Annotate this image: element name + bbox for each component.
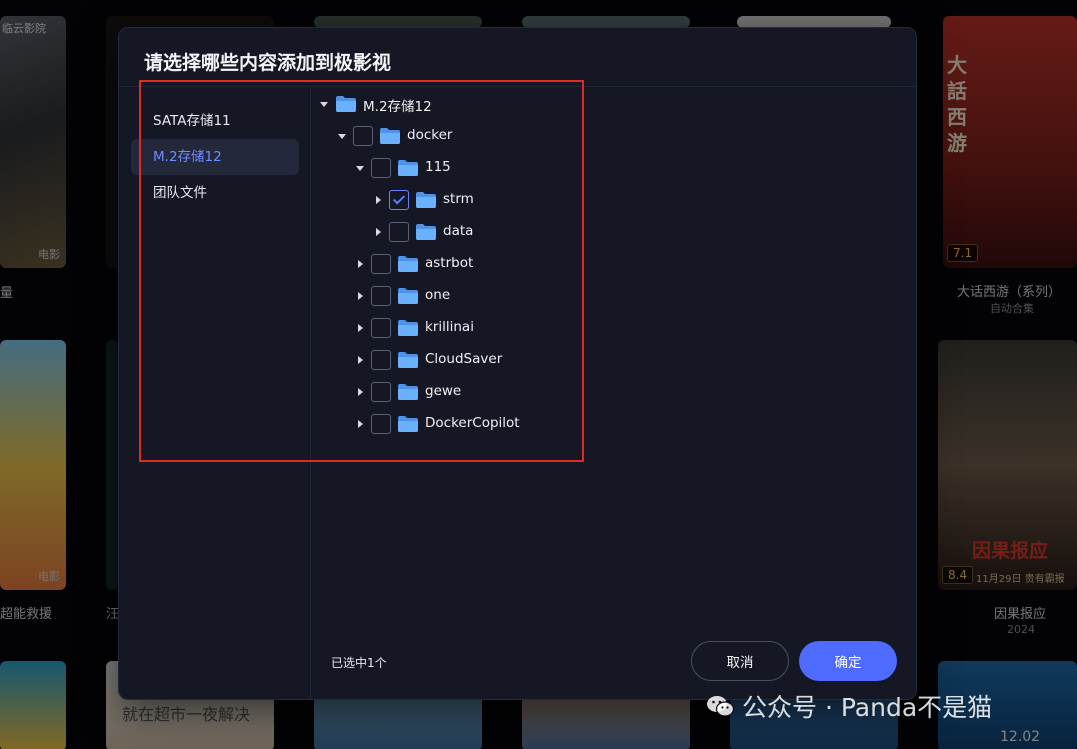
cancel-button[interactable]: 取消 xyxy=(691,641,789,681)
sidebar-item-m2-storage[interactable]: M.2存储12 xyxy=(131,139,299,175)
tree-node-label[interactable]: krillinai xyxy=(425,319,474,335)
chevron-right-icon[interactable] xyxy=(355,419,365,429)
folder-checkbox[interactable] xyxy=(371,158,391,178)
watermark-text: 公众号 · Panda不是猫 xyxy=(742,693,993,722)
folder-select-dialog: 请选择哪些内容添加到极影视 SATA存储11 M.2存储12 团队文件 M.2存… xyxy=(118,27,917,700)
folder-tree: M.2存储12 docker 115 strm data astrbot one krilli… xyxy=(315,88,615,440)
folder-icon xyxy=(416,192,436,208)
folder-icon xyxy=(398,320,418,336)
folder-checkbox[interactable] xyxy=(371,286,391,306)
wechat-icon xyxy=(707,696,734,717)
chevron-right-icon[interactable] xyxy=(373,227,383,237)
folder-icon xyxy=(416,224,436,240)
chevron-right-icon[interactable] xyxy=(355,387,365,397)
folder-icon xyxy=(398,352,418,368)
sidebar-item-sata-storage[interactable]: SATA存储11 xyxy=(131,103,299,139)
chevron-down-icon[interactable] xyxy=(319,99,329,109)
tree-node-label[interactable]: docker xyxy=(407,127,452,143)
sidebar-divider xyxy=(310,87,311,699)
folder-icon xyxy=(398,288,418,304)
storage-sidebar: SATA存储11 M.2存储12 团队文件 xyxy=(131,103,299,211)
tree-node-label[interactable]: data xyxy=(443,223,473,239)
folder-icon xyxy=(380,128,400,144)
tree-node-label[interactable]: DockerCopilot xyxy=(425,415,520,431)
folder-checkbox[interactable] xyxy=(371,414,391,434)
folder-checkbox[interactable] xyxy=(353,126,373,146)
tree-node[interactable]: CloudSaver xyxy=(315,344,615,376)
selection-count: 已选中1个 xyxy=(331,656,387,670)
tree-node[interactable]: M.2存储12 xyxy=(315,88,615,120)
tree-node[interactable]: one xyxy=(315,280,615,312)
tree-node-label[interactable]: M.2存储12 xyxy=(363,95,432,115)
folder-checkbox[interactable] xyxy=(371,254,391,274)
tree-node[interactable]: astrbot xyxy=(315,248,615,280)
folder-checkbox[interactable] xyxy=(371,318,391,338)
tree-node-label[interactable]: astrbot xyxy=(425,255,473,271)
folder-checkbox[interactable] xyxy=(389,190,409,210)
folder-icon xyxy=(398,160,418,176)
tree-node[interactable]: docker xyxy=(315,120,615,152)
folder-checkbox[interactable] xyxy=(371,382,391,402)
tree-node-label[interactable]: one xyxy=(425,287,450,303)
chevron-right-icon[interactable] xyxy=(355,323,365,333)
tree-node[interactable]: gewe xyxy=(315,376,615,408)
chevron-down-icon[interactable] xyxy=(355,163,365,173)
tree-node-label[interactable]: gewe xyxy=(425,383,461,399)
dialog-title: 请选择哪些内容添加到极影视 xyxy=(144,52,392,74)
folder-icon xyxy=(336,96,356,112)
folder-checkbox[interactable] xyxy=(389,222,409,242)
chevron-right-icon[interactable] xyxy=(355,259,365,269)
folder-icon xyxy=(398,256,418,272)
chevron-right-icon[interactable] xyxy=(355,291,365,301)
chevron-right-icon[interactable] xyxy=(355,355,365,365)
sidebar-item-team-files[interactable]: 团队文件 xyxy=(131,175,299,211)
tree-node[interactable]: data xyxy=(315,216,615,248)
tree-node[interactable]: krillinai xyxy=(315,312,615,344)
folder-checkbox[interactable] xyxy=(371,350,391,370)
tree-node[interactable]: 115 xyxy=(315,152,615,184)
title-divider xyxy=(119,86,916,87)
folder-icon xyxy=(398,384,418,400)
confirm-button[interactable]: 确定 xyxy=(799,641,897,681)
folder-icon xyxy=(398,416,418,432)
tree-node-label[interactable]: 115 xyxy=(425,159,451,175)
chevron-down-icon[interactable] xyxy=(337,131,347,141)
check-icon xyxy=(392,192,406,205)
chevron-right-icon[interactable] xyxy=(373,195,383,205)
tree-node-label[interactable]: CloudSaver xyxy=(425,351,502,367)
tree-node[interactable]: strm xyxy=(315,184,615,216)
tree-node-label[interactable]: strm xyxy=(443,191,474,207)
tree-node[interactable]: DockerCopilot xyxy=(315,408,615,440)
watermark: 公众号 · Panda不是猫 xyxy=(706,688,992,724)
